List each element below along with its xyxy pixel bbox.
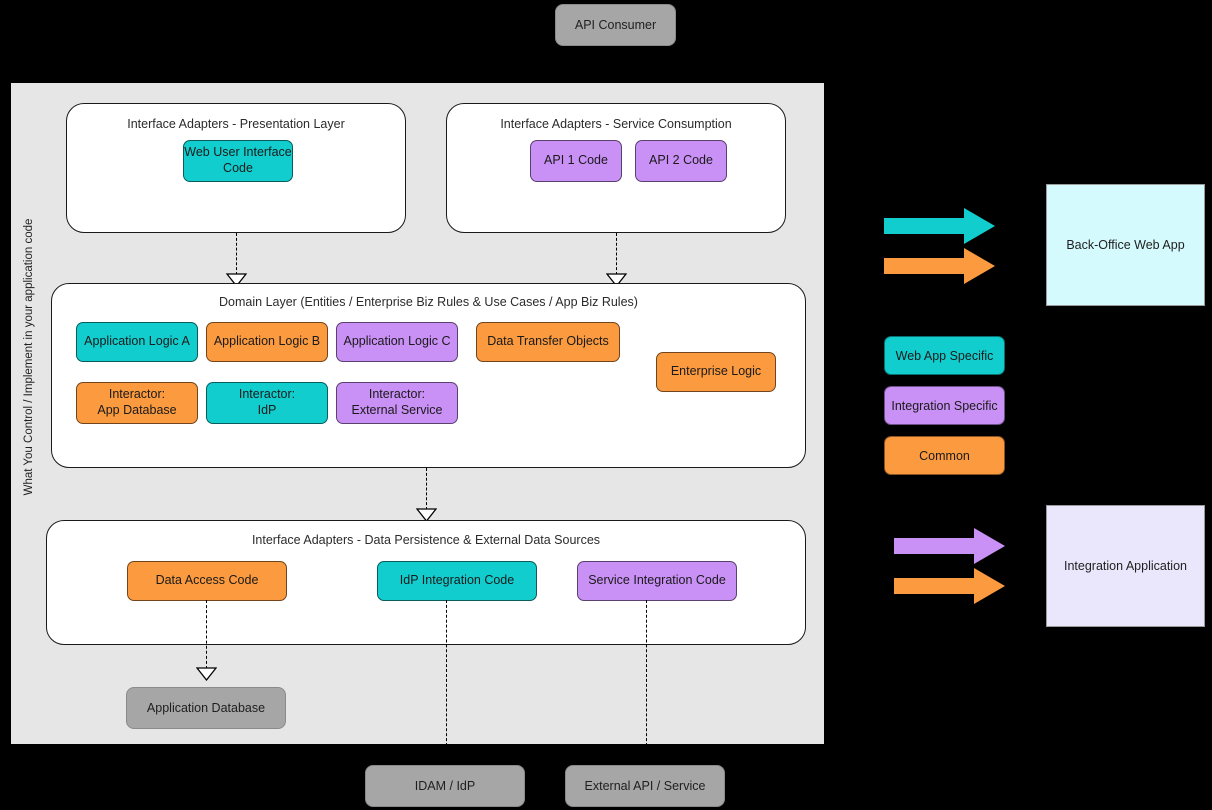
external-api-service-label: External API / Service: [584, 779, 706, 793]
connector-data-access-to-database: [206, 600, 207, 669]
boundary-vertical-label: What You Control / Implement in your app…: [23, 218, 35, 496]
node-api-2-code-label: API 2 Code: [649, 153, 713, 168]
connector-idp-to-idam: [446, 600, 447, 746]
node-service-integration-code[interactable]: Service Integration Code: [577, 561, 737, 601]
node-api-1-code[interactable]: API 1 Code: [530, 140, 622, 182]
panel-service-consumption: Interface Adapters - Service Consumption…: [446, 103, 786, 233]
legend-arrow-teal: [884, 206, 996, 246]
legend-swatch-web-app-specific: Web App Specific: [884, 336, 1005, 375]
node-web-user-interface-code[interactable]: Web User Interface Code: [183, 140, 293, 182]
node-data-transfer-objects[interactable]: Data Transfer Objects: [476, 322, 620, 362]
node-service-integration-code-label: Service Integration Code: [588, 573, 726, 588]
external-application-database-label: Application Database: [146, 701, 266, 715]
node-interactor-idp[interactable]: Interactor: IdP: [206, 382, 328, 424]
external-idam-idp[interactable]: IDAM / IdP: [365, 765, 525, 807]
app-back-office-web-app[interactable]: Back-Office Web App: [1046, 184, 1205, 306]
node-idp-integration-code[interactable]: IdP Integration Code: [377, 561, 537, 601]
diagram-canvas: API Consumer What You Control / Implemen…: [0, 0, 1212, 810]
app-integration-application-label: Integration Application: [1063, 559, 1187, 573]
node-interactor-external-service-label: Interactor: External Service: [351, 387, 443, 417]
node-enterprise-logic[interactable]: Enterprise Logic: [656, 352, 776, 392]
node-application-logic-c[interactable]: Application Logic C: [336, 322, 458, 362]
external-api-service[interactable]: External API / Service: [565, 765, 725, 807]
panel-service-consumption-title: Interface Adapters - Service Consumption: [500, 117, 732, 131]
legend-swatch-common-label: Common: [919, 448, 970, 463]
node-interactor-app-database-label: Interactor: App Database: [97, 387, 177, 417]
legend-swatch-common: Common: [884, 436, 1005, 475]
node-api-1-code-label: API 1 Code: [544, 153, 608, 168]
node-idp-integration-code-label: IdP Integration Code: [399, 573, 515, 588]
connector-domain-to-persistence: [426, 468, 427, 510]
node-web-user-interface-code-label: Web User Interface Code: [184, 145, 292, 175]
panel-domain-layer: Domain Layer (Entities / Enterprise Biz …: [51, 283, 806, 468]
application-code-boundary: What You Control / Implement in your app…: [10, 82, 825, 746]
node-data-transfer-objects-label: Data Transfer Objects: [487, 334, 609, 349]
legend-arrow-purple: [894, 526, 1006, 566]
node-enterprise-logic-label: Enterprise Logic: [670, 364, 762, 379]
external-api-consumer-label: API Consumer: [574, 18, 657, 32]
legend-swatch-web-app-specific-label: Web App Specific: [895, 348, 994, 363]
legend-swatch-integration-specific-label: Integration Specific: [891, 398, 998, 413]
node-application-logic-c-label: Application Logic C: [343, 334, 451, 349]
panel-data-persistence: Interface Adapters - Data Persistence & …: [46, 520, 806, 645]
node-data-access-code-label: Data Access Code: [155, 573, 259, 588]
legend-arrow-orange-bottom: [894, 566, 1006, 606]
node-interactor-idp-label: Interactor: IdP: [238, 387, 296, 417]
app-back-office-web-app-label: Back-Office Web App: [1066, 238, 1185, 252]
node-application-logic-b-label: Application Logic B: [213, 334, 321, 349]
node-interactor-external-service[interactable]: Interactor: External Service: [336, 382, 458, 424]
legend-swatch-integration-specific: Integration Specific: [884, 386, 1005, 425]
panel-presentation-layer-title: Interface Adapters - Presentation Layer: [127, 117, 345, 131]
app-integration-application[interactable]: Integration Application: [1046, 505, 1205, 627]
connector-presentation-to-domain: [236, 233, 237, 275]
connector-service-to-external-api: [646, 600, 647, 746]
external-api-consumer[interactable]: API Consumer: [555, 4, 676, 46]
connector-service-to-domain: [616, 233, 617, 275]
node-interactor-app-database[interactable]: Interactor: App Database: [76, 382, 198, 424]
legend-arrow-orange-top: [884, 246, 996, 286]
panel-domain-layer-title: Domain Layer (Entities / Enterprise Biz …: [219, 295, 638, 309]
node-api-2-code[interactable]: API 2 Code: [635, 140, 727, 182]
external-application-database[interactable]: Application Database: [126, 687, 286, 729]
node-application-logic-a[interactable]: Application Logic A: [76, 322, 198, 362]
node-application-logic-a-label: Application Logic A: [84, 334, 190, 349]
external-idam-idp-label: IDAM / IdP: [414, 779, 476, 793]
arrowhead-data-access-to-database: [196, 667, 217, 681]
node-data-access-code[interactable]: Data Access Code: [127, 561, 287, 601]
panel-data-persistence-title: Interface Adapters - Data Persistence & …: [251, 533, 601, 547]
node-application-logic-b[interactable]: Application Logic B: [206, 322, 328, 362]
panel-presentation-layer: Interface Adapters - Presentation Layer …: [66, 103, 406, 233]
